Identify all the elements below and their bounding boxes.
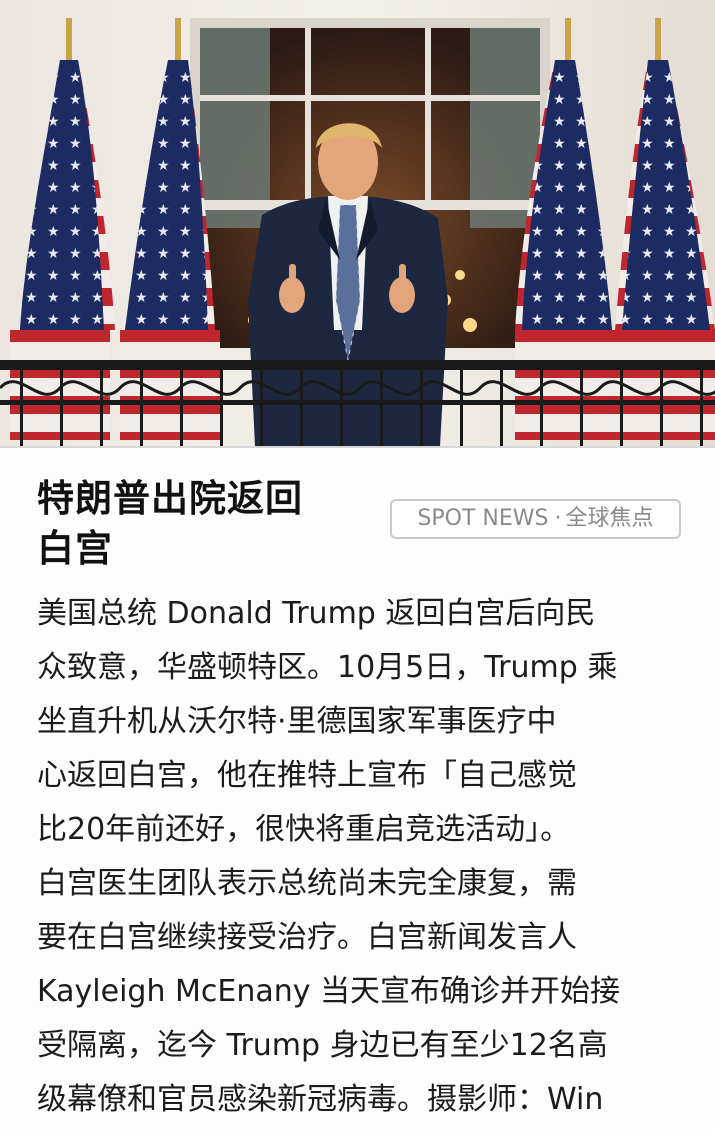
caption-line: 比20年前还好，很快将重启竞选活动」。 [37,812,571,847]
hero-photo[interactable]: ★ [0,0,715,446]
article-caption: 美国总统 Donald Trump 返回白宫后向民 众致意，华盛顿特区。10月5… [37,587,677,1127]
caption-line: 众致意，华盛顿特区。10月5日，Trump 乘 [37,650,618,685]
caption-line: Kayleigh McEnany 当天宣布确诊并开始接 [37,974,621,1009]
title-line-2: 白宫 [37,527,113,570]
caption-line: 白宫医生团队表示总统尚未完全康复，需 [37,866,577,901]
badge-separator: · [554,506,562,531]
caption-line: 心返回白宫，他在推特上宣布「自己感觉 [37,758,577,793]
caption-line: 美国总统 Donald Trump 返回白宫后向民 [37,596,596,631]
caption-line: 坐直升机从沃尔特·里德国家军事医疗中 [37,704,557,739]
title-line-1: 特朗普出院返回 [37,477,303,520]
badge-label: SPOT NEWS [417,506,549,531]
badge-category: 全球焦点 [565,506,654,531]
article-page: ★ [0,0,715,1133]
caption-line: 级幕僚和官员感染新冠病毒。摄影师：Win [37,1082,604,1117]
article-title: 特朗普出院返回 白宫 [37,474,377,574]
caption-line: 受隔离，迄今 Trump 身边已有至少12名高 [37,1028,608,1063]
caption-line: 要在白宫继续接受治疗。白宫新闻发言人 [37,920,577,955]
category-badge[interactable]: SPOT NEWS · 全球焦点 [390,499,681,539]
divider [0,446,715,448]
